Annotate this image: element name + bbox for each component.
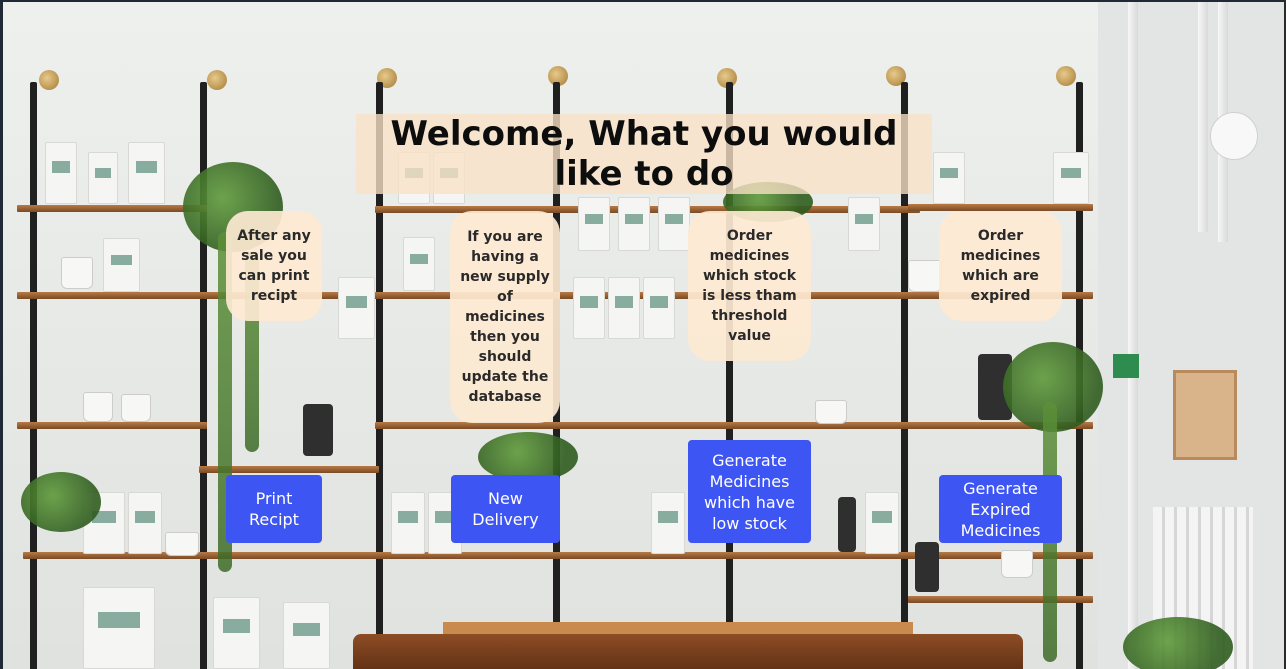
expired-medicines-button[interactable]: Generate Expired Medicines	[939, 475, 1062, 543]
background-image	[3, 2, 1284, 669]
print-recipt-button[interactable]: Print Recipt	[226, 475, 322, 543]
new-delivery-description: If you are having a new supply of medici…	[450, 211, 560, 423]
page-title: Welcome, What you would like to do	[356, 114, 932, 194]
low-stock-description: Order medicines which stock is less tham…	[688, 211, 811, 361]
expired-medicines-description: Order medicines which are expired	[939, 211, 1062, 321]
new-delivery-button[interactable]: New Delivery	[451, 475, 560, 543]
low-stock-medicines-button[interactable]: Generate Medicines which have low stock	[688, 440, 811, 543]
print-recipt-description: After any sale you can print recipt	[226, 211, 322, 321]
